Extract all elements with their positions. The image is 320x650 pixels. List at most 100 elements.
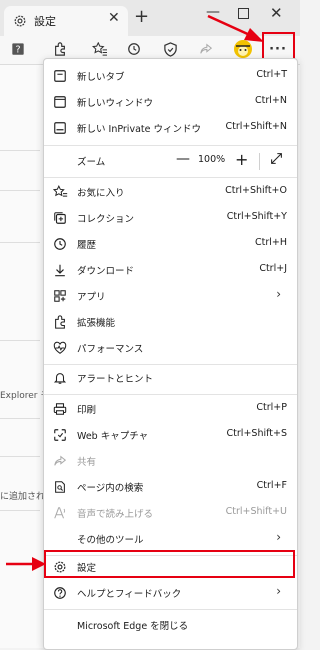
menu-item-label: 新しいウィンドウ: [77, 98, 154, 109]
share-icon: [52, 453, 68, 469]
menu-item-help-and-feedback[interactable]: ヘルプとフィードバック ›: [44, 580, 297, 606]
favorites-icon[interactable]: [90, 39, 110, 59]
menu-item-shortcut: Ctrl+N: [255, 95, 287, 106]
background-text: に追加され: [0, 492, 46, 502]
close-window-button[interactable]: ✕: [270, 4, 283, 22]
menu-item-label: 新しいタブ: [77, 72, 125, 83]
menu-item-shortcut: Ctrl+H: [254, 237, 287, 248]
menu-item-label: アラートとヒント: [77, 374, 154, 385]
menu-item-label: 履歴: [77, 240, 97, 251]
divider: [0, 510, 40, 511]
menu-item-favorites[interactable]: お気に入り Ctrl+Shift+O: [44, 179, 297, 205]
inprivate-icon: [52, 120, 68, 136]
menu-item-extensions[interactable]: 拡張機能: [44, 309, 297, 335]
zoom-in-button[interactable]: +: [235, 150, 248, 169]
performance-icon: [52, 340, 68, 356]
menu-item-label: 印刷: [77, 405, 97, 416]
menu-item-label: 新しい InPrivate ウィンドウ: [77, 124, 201, 135]
chevron-right-icon: ›: [276, 530, 281, 544]
menu-item-more-tools[interactable]: その他のツール ›: [44, 526, 297, 552]
tab-title: 設定: [34, 15, 56, 28]
menu-item-share[interactable]: 共有: [44, 448, 297, 474]
arrow-to-settings: [6, 557, 46, 571]
background-text: Explorer モ: [0, 391, 50, 401]
menu-item-print[interactable]: 印刷 Ctrl+P: [44, 396, 297, 422]
bell-icon: [52, 370, 68, 386]
menu-item-shortcut: Ctrl+Shift+U: [225, 506, 287, 517]
extensions-icon: [52, 314, 68, 330]
menu-item-close-edge[interactable]: Microsoft Edge を閉じる: [44, 612, 297, 638]
menu-item-label: ダウンロード: [77, 266, 135, 277]
menu-item-shortcut: Ctrl+Shift+S: [226, 428, 287, 439]
menu-item-label: コレクション: [77, 214, 135, 225]
menu-item-label: その他のツール: [77, 535, 144, 546]
download-icon: [52, 262, 68, 278]
menu-item-label: お気に入り: [77, 188, 125, 199]
menu-item-label: ページ内の検索: [77, 483, 144, 494]
gear-icon: [13, 13, 27, 27]
collections-icon: [52, 210, 68, 226]
shield-icon[interactable]: [160, 39, 180, 59]
zoom-divider: [259, 153, 260, 170]
web-capture-icon: [52, 427, 68, 443]
divider: [0, 340, 40, 341]
menu-item-shortcut: Ctrl+T: [256, 69, 287, 80]
menu-item-new-tab[interactable]: 新しいタブ Ctrl+T: [44, 63, 297, 89]
menu-item-label: アプリ: [77, 292, 106, 303]
zoom-out-button[interactable]: —: [176, 151, 190, 167]
divider: [0, 418, 40, 419]
find-icon: [52, 479, 68, 495]
fullscreen-icon[interactable]: [270, 152, 283, 169]
history-icon[interactable]: [124, 39, 144, 59]
menu-item-collections[interactable]: コレクション Ctrl+Shift+Y: [44, 205, 297, 231]
menu-item-downloads[interactable]: ダウンロード Ctrl+J: [44, 257, 297, 283]
menu-item-shortcut: Ctrl+P: [256, 402, 287, 413]
new-window-icon: [52, 94, 68, 110]
menu-item-label: 音声で読み上げる: [77, 509, 154, 520]
menu-separator: [44, 394, 297, 395]
svg-text:?: ?: [15, 45, 20, 56]
menu-item-shortcut: Ctrl+F: [256, 480, 287, 491]
menu-item-shortcut: Ctrl+J: [259, 263, 287, 274]
history-icon: [52, 236, 68, 252]
favorites-icon: [52, 184, 68, 200]
zoom-label: ズーム: [77, 157, 106, 168]
menu-item-new-window[interactable]: 新しいウィンドウ Ctrl+N: [44, 89, 297, 115]
divider: [0, 242, 40, 243]
extensions-icon[interactable]: [50, 39, 70, 59]
menu-item-label: ヘルプとフィードバック: [77, 589, 182, 600]
chevron-right-icon: ›: [276, 287, 281, 301]
divider: [0, 456, 40, 457]
divider: [0, 150, 40, 151]
settings-highlight: [44, 550, 295, 578]
menu-separator: [44, 177, 297, 178]
apps-icon: [52, 288, 68, 304]
menu-item-shortcut: Ctrl+Shift+O: [225, 185, 287, 196]
menu-item-alerts-and-tips[interactable]: アラートとヒント: [44, 365, 297, 391]
new-tab-icon: [52, 68, 68, 84]
zoom-value: 100%: [198, 154, 226, 165]
arrow-to-more-button: [207, 14, 264, 42]
chevron-right-icon: ›: [276, 584, 281, 598]
menu-item-label: パフォーマンス: [77, 344, 144, 355]
browser-tab[interactable]: 設定 ✕: [4, 6, 128, 36]
menu-item-new-inprivate-window[interactable]: 新しい InPrivate ウィンドウ Ctrl+Shift+N: [44, 115, 297, 141]
menu-item-web-capture[interactable]: Web キャプチャ Ctrl+Shift+S: [44, 422, 297, 448]
print-icon: [52, 401, 68, 417]
close-tab-icon[interactable]: ✕: [108, 10, 120, 26]
menu-item-label: 共有: [77, 457, 97, 468]
help-icon[interactable]: ?: [8, 39, 28, 59]
menu-item-read-aloud[interactable]: 音声で読み上げる Ctrl+Shift+U: [44, 500, 297, 526]
menu-item-shortcut: Ctrl+Shift+N: [225, 121, 287, 132]
menu-item-find-on-page[interactable]: ページ内の検索 Ctrl+F: [44, 474, 297, 500]
menu-item-apps[interactable]: アプリ ›: [44, 283, 297, 309]
menu-item-history[interactable]: 履歴 Ctrl+H: [44, 231, 297, 257]
read-aloud-icon: [52, 505, 68, 521]
menu-item-label: Microsoft Edge を閉じる: [77, 621, 189, 632]
new-tab-button[interactable]: +: [134, 6, 149, 27]
divider: [0, 190, 40, 191]
menu-item-shortcut: Ctrl+Shift+Y: [226, 211, 287, 222]
menu-item-performance[interactable]: パフォーマンス: [44, 335, 297, 361]
menu-item-label: 拡張機能: [77, 318, 116, 329]
menu-zoom-row: ズーム — 100% +: [44, 148, 297, 174]
